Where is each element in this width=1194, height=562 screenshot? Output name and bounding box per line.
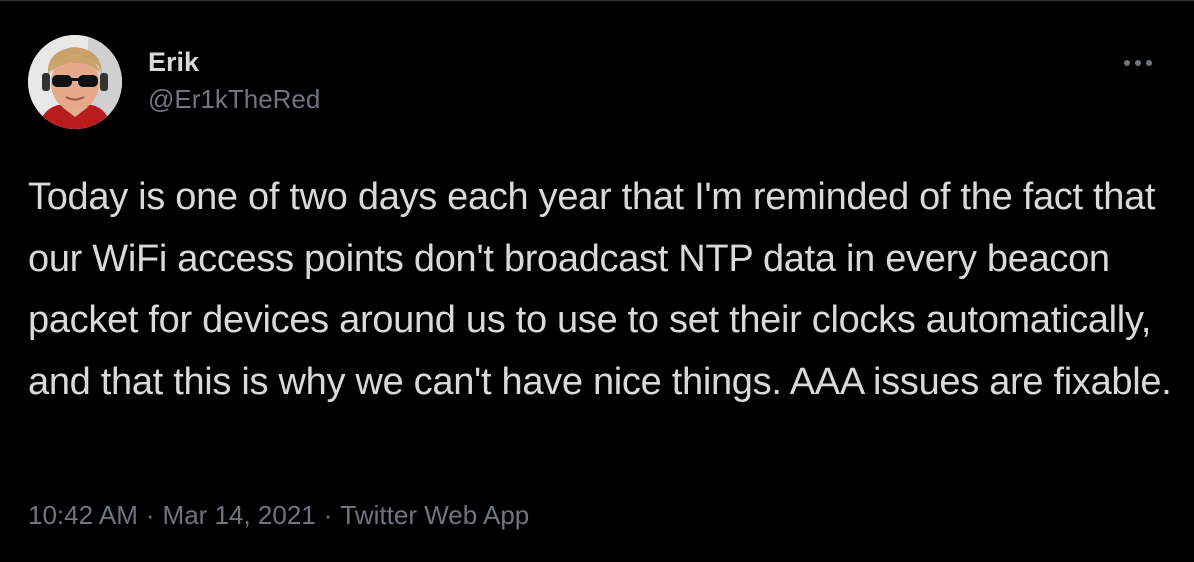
more-horizontal-icon: [1124, 60, 1152, 66]
more-options-button[interactable]: [1116, 49, 1160, 77]
tweet-text: Today is one of two days each year that …: [28, 176, 1172, 403]
avatar-image: [28, 35, 122, 129]
tweet-card: Erik @Er1kTheRed Today is one of two day…: [0, 0, 1194, 562]
meta-separator: ·: [323, 500, 333, 530]
author-handle[interactable]: @Er1kTheRed: [148, 83, 320, 115]
tweet-source[interactable]: Twitter Web App: [340, 500, 529, 530]
meta-separator: ·: [145, 500, 155, 530]
tweet-metadata: 10:42 AM · Mar 14, 2021 · Twitter Web App: [28, 498, 529, 532]
author-display-name[interactable]: Erik: [148, 45, 320, 79]
avatar[interactable]: [28, 35, 122, 129]
tweet-time[interactable]: 10:42 AM: [28, 500, 138, 530]
tweet-date[interactable]: Mar 14, 2021: [163, 500, 316, 530]
tweet-author: Erik @Er1kTheRed: [148, 45, 320, 115]
